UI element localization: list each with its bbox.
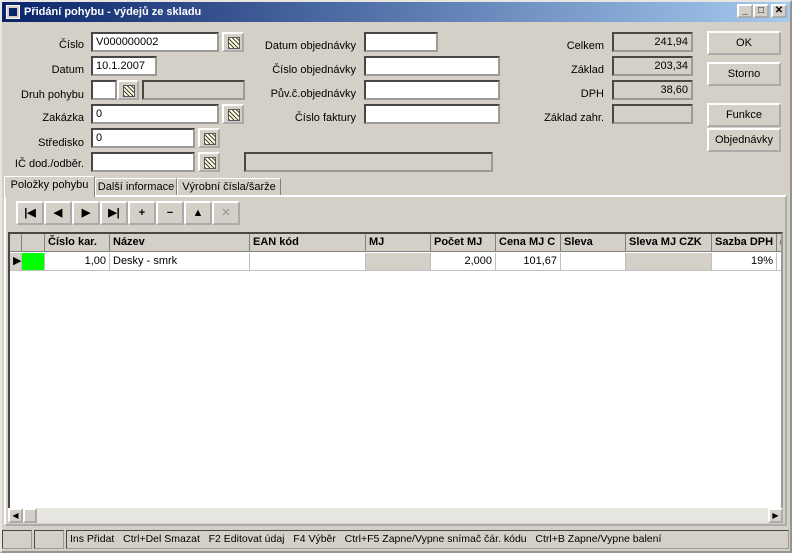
druh-pohybu-input[interactable] [91,80,117,100]
next-record-button[interactable]: ▶ [72,201,100,225]
cislo-label: Číslo [58,39,84,51]
edit-record-button[interactable]: ▲ [184,201,212,225]
puv-objednavky-label: Pův.č.objednávky [270,88,356,100]
last-record-button[interactable]: ▶| [100,201,128,225]
stredisko-input[interactable]: 0 [91,128,195,148]
cislo-input[interactable]: V000000002 [91,32,219,52]
druh-description-field [142,80,245,100]
delete-record-button[interactable]: − [156,201,184,225]
table-cell[interactable]: 19% [712,253,777,271]
scroll-left-button[interactable]: ◀ [8,508,23,523]
column-header[interactable]: Název [110,234,250,252]
maximize-button[interactable]: □ [753,4,769,18]
column-header[interactable]: Cena MJ C [496,234,561,252]
status-hint: Ctrl+F5 Zapne/Vypne snímač čár. kódu [344,533,527,545]
zaklad-label: Základ [570,64,604,76]
dph-label: DPH [580,88,604,100]
cislo-faktury-input[interactable] [364,104,500,124]
stredisko-picker-button[interactable] [198,128,220,148]
row-status-cell [22,253,45,271]
celkem-label: Celkem [566,40,604,52]
status-hints: Ins Přidat Ctrl+Del Smazat F2 Editovat ú… [66,530,789,549]
insert-record-button[interactable]: + [128,201,156,225]
dph-value: 38,60 [612,80,693,100]
objednavky-button[interactable]: Objednávky [707,128,781,152]
funkce-button[interactable]: Funkce [707,103,781,127]
ic-description-field [244,152,493,172]
stredisko-label: Středisko [38,137,84,149]
row-indicator: ▶ [10,253,22,271]
column-header[interactable]: MJ [366,234,431,252]
grid-status-header [22,234,45,252]
datum-label: Datum [51,64,84,76]
puv-objednavky-input[interactable] [364,80,500,100]
status-panel-1 [2,530,32,549]
celkem-value: 241,94 [612,32,693,52]
column-header[interactable]: EAN kód [250,234,366,252]
zaklad-zahr-label: Základ zahr. [544,112,604,124]
status-hint: F4 Výběr [293,533,336,545]
window-title: Přidání pohybu - výdejů ze skladu [24,6,202,18]
storno-button[interactable]: Storno [707,62,781,86]
cislo-objednavky-input[interactable] [364,56,500,76]
datum-input[interactable]: 10.1.2007 [91,56,157,76]
items-grid[interactable]: Číslo kar. Název EAN kód MJ Počet MJ Cen… [8,232,783,523]
table-cell[interactable] [250,253,366,271]
ic-input[interactable] [91,152,195,172]
druh-picker-button[interactable] [117,80,139,100]
table-cell[interactable] [626,253,712,271]
zaklad-value: 203,34 [612,56,693,76]
cislo-faktury-label: Číslo faktury [294,112,356,124]
scroll-thumb[interactable] [23,508,37,523]
ok-button[interactable]: OK [707,31,781,55]
table-cell[interactable] [561,253,626,271]
app-icon [6,5,20,19]
ic-label: IČ dod./odběr. [14,158,84,170]
column-header[interactable]: ( [777,234,781,252]
status-hint: F2 Editovat údaj [208,533,285,545]
zakazka-picker-button[interactable] [222,104,244,124]
column-header[interactable]: Sazba DPH [712,234,777,252]
cislo-picker-button[interactable] [222,32,244,52]
minimize-button[interactable]: _ [737,4,753,18]
scroll-right-button[interactable]: ▶ [768,508,783,523]
tab-polozky-pohybu[interactable]: Položky pohybu [4,176,95,197]
column-header[interactable]: Sleva [561,234,626,252]
datum-objednavky-input[interactable] [364,32,438,52]
table-cell[interactable]: 2,000 [431,253,496,271]
status-panel-2 [34,530,64,549]
datum-objednavky-label: Datum objednávky [264,40,356,52]
cislo-objednavky-label: Číslo objednávky [272,64,356,76]
cancel-record-button[interactable]: ✕ [212,201,240,225]
grid-indicator-header [10,234,22,252]
title-bar[interactable]: Přidání pohybu - výdejů ze skladu [2,2,790,22]
table-cell[interactable]: 101,67 [496,253,561,271]
zaklad-zahr-value [612,104,693,124]
first-record-button[interactable]: |◀ [16,201,44,225]
table-cell[interactable] [777,253,781,271]
column-header[interactable]: Počet MJ [431,234,496,252]
zakazka-label: Zakázka [42,112,84,124]
table-cell[interactable]: 1,00 [45,253,110,271]
ic-picker-button[interactable] [198,152,220,172]
close-button[interactable]: ✕ [771,4,787,18]
zakazka-input[interactable]: 0 [91,104,219,124]
column-header[interactable]: Číslo kar. [45,234,110,252]
status-hint: Ins Přidat [70,533,115,545]
column-header[interactable]: Sleva MJ CZK [626,234,712,252]
table-cell[interactable]: Desky - smrk [110,253,250,271]
table-cell[interactable] [366,253,431,271]
status-hint: Ctrl+B Zapne/Vypne balení [535,533,662,545]
horizontal-scrollbar[interactable]: ◀ ▶ [8,508,783,523]
druh-pohybu-label: Druh pohybu [21,89,84,101]
status-hint: Ctrl+Del Smazat [123,533,200,545]
prior-record-button[interactable]: ◀ [44,201,72,225]
